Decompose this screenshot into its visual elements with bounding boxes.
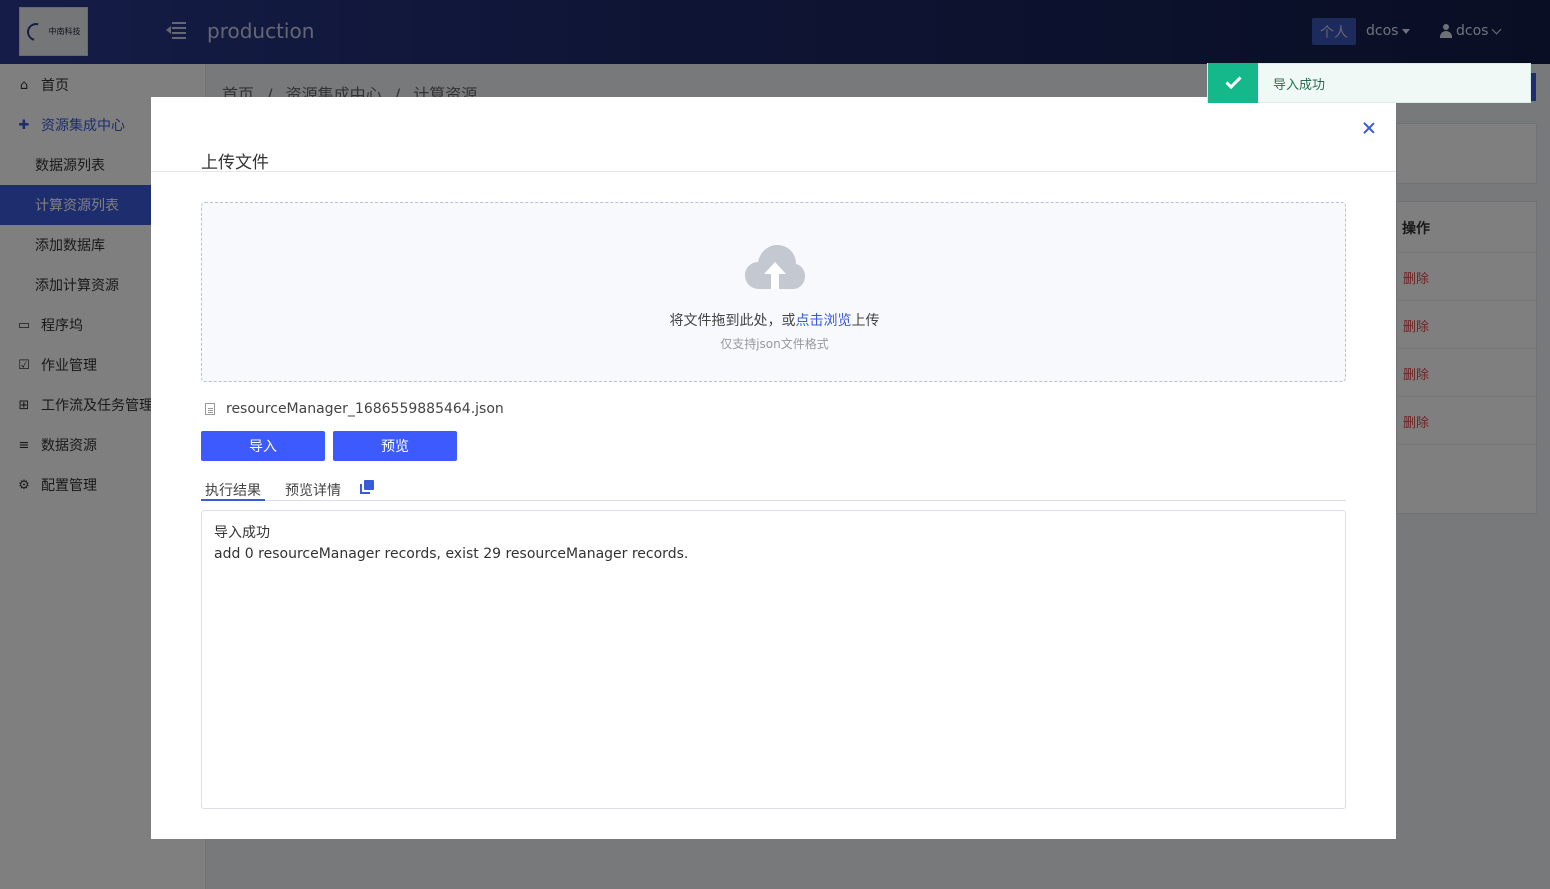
cloud-upload-icon — [745, 245, 805, 289]
close-icon[interactable] — [1362, 121, 1376, 135]
dropzone-hint: 仅支持json文件格式 — [720, 337, 829, 351]
dialog-title: 上传文件 — [201, 153, 269, 173]
tab-preview-details[interactable]: 预览详情 — [285, 480, 341, 500]
import-button[interactable]: 导入 — [201, 431, 325, 461]
result-tabs: 执行结果 预览详情 — [201, 480, 1346, 501]
document-icon — [205, 403, 215, 415]
result-line: add 0 resourceManager records, exist 29 … — [214, 546, 689, 562]
success-toast: 导入成功 — [1207, 63, 1531, 103]
preview-button[interactable]: 预览 — [333, 431, 457, 461]
dialog-divider — [151, 171, 1396, 172]
result-output: 导入成功 add 0 resourceManager records, exis… — [201, 510, 1346, 809]
selected-file: resourceManager_1686559885464.json — [205, 401, 504, 417]
file-name: resourceManager_1686559885464.json — [226, 401, 504, 417]
toast-message: 导入成功 — [1273, 77, 1326, 93]
browse-link[interactable]: 点击浏览 — [796, 313, 852, 329]
check-icon — [1208, 63, 1258, 103]
upload-dialog: 上传文件 将文件拖到此处，或点击浏览上传 仅支持json文件格式 resourc… — [151, 97, 1396, 839]
tab-execution-result[interactable]: 执行结果 — [205, 480, 261, 500]
dropzone-instructions: 将文件拖到此处，或点击浏览上传 — [202, 310, 1347, 330]
copy-icon[interactable] — [360, 480, 374, 494]
active-tab-indicator — [201, 499, 265, 501]
dropzone-text-after: 上传 — [851, 313, 880, 329]
file-dropzone[interactable]: 将文件拖到此处，或点击浏览上传 仅支持json文件格式 — [201, 202, 1346, 382]
result-line: 导入成功 — [214, 525, 270, 541]
dropzone-text-before: 将文件拖到此处，或 — [669, 313, 796, 329]
